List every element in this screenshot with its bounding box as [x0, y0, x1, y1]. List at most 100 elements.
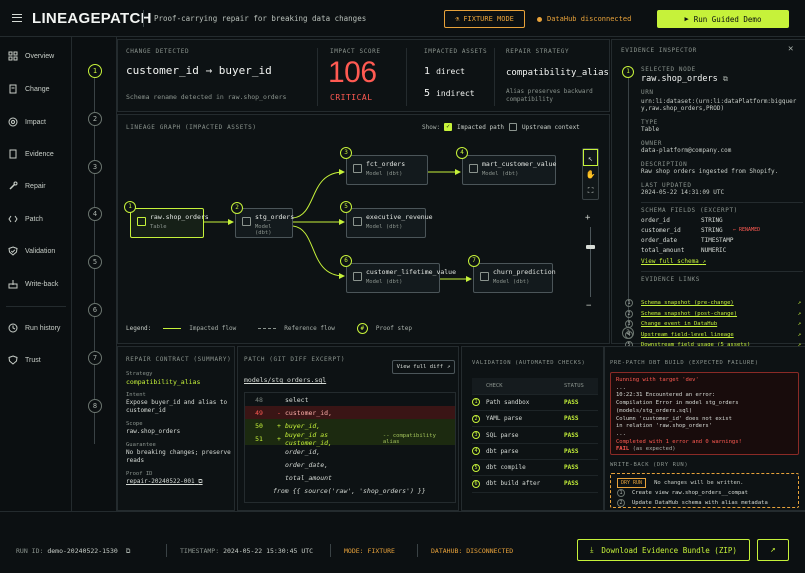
schema-label: SCHEMA FIELDS (EXCERPT)	[641, 206, 738, 214]
renamed-badge: ← RENAMED	[733, 227, 761, 234]
run-guided-demo-button[interactable]: ▶ Run Guided Demo	[657, 10, 789, 28]
contract-label: REPAIR CONTRACT (SUMMARY)	[126, 356, 232, 363]
check-row: 2 YAML parse PASS	[472, 410, 598, 428]
menu-icon[interactable]	[12, 14, 22, 22]
graph-node-churn-prediction[interactable]: churn_prediction Model (dbt)	[473, 263, 556, 293]
check-row: 3 SQL parse PASS	[472, 426, 598, 444]
graph-node-fct-orders[interactable]: fct_orders Model (dbt)	[346, 155, 428, 185]
step-7[interactable]: 7	[88, 351, 102, 365]
open-external-button[interactable]: ↗	[757, 539, 789, 561]
step-2[interactable]: 2	[88, 112, 102, 126]
change-rename: customer_id → buyer_id	[126, 64, 272, 77]
graph-node-raw-shop-orders[interactable]: raw.shop_orders Table	[130, 208, 209, 238]
mode-status: MODE: FIXTURE	[344, 547, 395, 555]
graph-legend: Legend: Impacted flow Reference flow # P…	[126, 323, 412, 334]
step-4[interactable]: 4	[88, 207, 102, 221]
nav-run-history[interactable]: Run history	[8, 321, 60, 335]
hand-tool-icon[interactable]: ✋	[583, 166, 598, 183]
reference-flow-swatch	[258, 328, 277, 329]
last-updated-label: LAST UPDATED	[641, 181, 692, 189]
owner-value: data-platform@company.com	[641, 147, 732, 154]
copy-icon[interactable]: ⧉	[198, 478, 202, 485]
nav-trust[interactable]: Trust	[8, 353, 41, 367]
file-icon	[9, 149, 17, 159]
evidence-link[interactable]: 2 Schema snapshot (post-change) ↗	[625, 309, 801, 320]
external-link-icon: ↗	[797, 321, 801, 328]
nav-patch[interactable]: Patch	[8, 212, 43, 226]
step-5[interactable]: 5	[88, 255, 102, 269]
diff-line: order_id,	[285, 447, 321, 456]
grid-icon	[8, 51, 18, 61]
evidence-link[interactable]: 1 Schema snapshot (pre-change) ↗	[625, 298, 801, 309]
external-link-icon: ↗	[797, 300, 801, 307]
evidence-link[interactable]: 4 Upstream field-level lineage ↗	[625, 330, 801, 341]
graph-node-stg-orders[interactable]: stg_orders Model (dbt)	[235, 208, 294, 238]
patch-file: models/stg_orders.sql	[244, 376, 327, 384]
graph-node-badge: 6	[340, 255, 352, 267]
top-bar: LINEAGEPATCH Proof-carrying repair for b…	[0, 0, 805, 37]
check-row: 6 dbt build after PASS	[472, 475, 598, 493]
schema-field: customer_id STRING ← RENAMED	[641, 227, 761, 235]
shield-check-icon	[8, 246, 18, 256]
scope-label: Scope	[126, 421, 143, 427]
check-row: 5 dbt compile PASS	[472, 459, 598, 477]
nav-change[interactable]: Change	[8, 82, 50, 96]
validation-table: CHECK STATUS 1 Path sandbox PASS 2 YAML pars…	[472, 378, 598, 493]
diff-line: total_amount	[285, 473, 332, 482]
graph-node-badge: 3	[340, 147, 352, 159]
nav-validation[interactable]: Validation	[8, 244, 55, 258]
patch-label: PATCH (GIT DIFF EXCERPT)	[244, 356, 346, 363]
urn-value: urn:li:dataset:(urn:li:dataPlatform:bigq…	[641, 97, 797, 113]
zoom-slider-handle[interactable]	[586, 245, 595, 249]
strategy-label: Strategy	[126, 371, 153, 377]
evidence-link[interactable]: 3 Change event in DataHub ↗	[625, 319, 801, 330]
graph-node-customer-lifetime-value[interactable]: customer_lifetime_value Model (dbt)	[346, 263, 456, 293]
table-icon	[137, 217, 146, 226]
graph-node-badge: 7	[468, 255, 480, 267]
impact-level: CRITICAL	[330, 93, 373, 102]
intent-value: Expose buyer_id and alias to customer_id	[126, 399, 228, 414]
code-icon	[8, 215, 18, 223]
nav-impact[interactable]: Impact	[8, 115, 46, 129]
evidence-inspector: EVIDENCE INSPECTOR ✕ 1 2 SELECTED NODE r…	[611, 39, 805, 349]
description-label: DESCRIPTION	[641, 160, 688, 168]
fit-view-icon[interactable]: ⛶	[583, 183, 598, 199]
zoom-in-icon[interactable]: +	[585, 213, 590, 223]
zoom-slider[interactable]	[590, 227, 591, 297]
flask-icon: ⚗	[455, 15, 460, 23]
step-1[interactable]: 1	[88, 64, 102, 78]
history-icon	[8, 323, 18, 333]
diff-line: from {{ source('raw', 'shop_orders') }}	[273, 486, 426, 495]
graph-node-executive-revenue[interactable]: executive_revenue Model (dbt)	[346, 208, 433, 238]
change-description: Schema rename detected in raw.shop_order…	[126, 93, 287, 101]
external-link-icon: ↗	[797, 310, 801, 317]
datahub-status: DataHub disconnected	[537, 15, 631, 23]
pointer-tool-icon[interactable]: ↖	[583, 149, 598, 166]
step-8[interactable]: 8	[88, 399, 102, 413]
graph-node-badge: 4	[456, 147, 468, 159]
step-6[interactable]: 6	[88, 303, 102, 317]
zoom-out-icon[interactable]: −	[586, 301, 591, 311]
step-3[interactable]: 3	[88, 160, 102, 174]
type-value: Table	[641, 126, 660, 133]
status-dot-icon	[537, 16, 542, 22]
close-icon[interactable]: ✕	[788, 44, 793, 54]
writeback-item: 2 Update DataHub schema with alias metada…	[617, 499, 768, 507]
shield-icon	[8, 355, 18, 365]
nav-repair[interactable]: Repair	[8, 179, 46, 193]
view-full-diff-button[interactable]: View full diff ↗	[392, 360, 455, 374]
fixture-mode-button[interactable]: ⚗ FIXTURE MODE	[444, 10, 525, 28]
copy-icon[interactable]: ⧉	[126, 547, 131, 555]
copy-icon[interactable]: ⧉	[723, 75, 728, 83]
schema-field: total_amount NUMERIC	[641, 247, 727, 255]
inspector-label: EVIDENCE INSPECTOR	[621, 47, 697, 54]
download-evidence-button[interactable]: ⤓ Download Evidence Bundle (ZIP)	[577, 539, 750, 561]
proof-id-label: Proof ID	[126, 471, 153, 477]
nav-evidence[interactable]: Evidence	[8, 147, 54, 161]
view-full-schema-link[interactable]: View full schema ↗	[641, 258, 803, 266]
nav-write-back[interactable]: Write-back	[8, 277, 58, 291]
diff-line: 48 select	[255, 395, 309, 404]
run-id: RUN ID: demo-20240522-1530 ⧉	[16, 547, 131, 555]
graph-node-mart-customer-value[interactable]: mart_customer_value Model (dbt)	[462, 155, 556, 185]
nav-overview[interactable]: Overview	[8, 49, 54, 63]
